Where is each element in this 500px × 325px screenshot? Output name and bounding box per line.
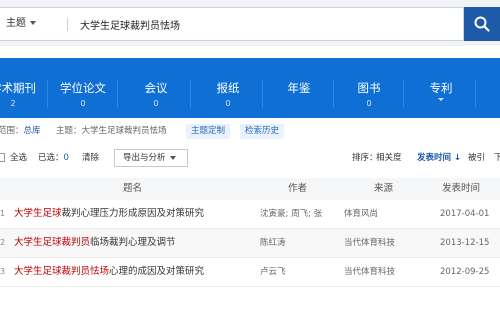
tab-label: 报纸: [216, 81, 240, 95]
table-row: 3 大学生足球裁判员怯场心理的成因及对策研究 卢云飞 当代体育科技 2012-0…: [0, 258, 500, 287]
tab-label: 会议: [144, 81, 168, 95]
tab-count: 0: [366, 99, 372, 108]
export-label: 导出与分析: [123, 153, 166, 163]
results-table: 题名 作者 来源 发表时间 1 大学生足球裁判心理压力形成原因及对策研究 沈寅豪…: [0, 178, 500, 287]
export-analysis-button[interactable]: 导出与分析: [114, 149, 188, 167]
row-date: 2013-12-15: [440, 238, 490, 248]
row-number: 1: [0, 209, 6, 218]
scope-label: 范围：总库: [0, 126, 41, 136]
sort-relevance[interactable]: 相关度: [376, 147, 402, 169]
results-toolbar: 全选 已选：0 清除 导出与分析 排序： 相关度 发表时间 ↓ 被引 下: [0, 147, 500, 169]
row-number: 3: [0, 267, 6, 276]
search-button[interactable]: [464, 7, 500, 41]
tab-journals[interactable]: 学术期刊 2: [0, 58, 48, 118]
row-title-link[interactable]: 大学生足球裁判心理压力形成原因及对策研究: [14, 200, 254, 228]
sort-date[interactable]: 发表时间 ↓: [417, 147, 461, 169]
select-all-checkbox[interactable]: [0, 153, 5, 162]
tab-label: 年鉴: [287, 81, 311, 95]
tab-label: 学术期刊: [0, 81, 36, 95]
tab-count: 0: [153, 99, 159, 108]
table-row: 2 大学生足球裁判员临场裁判心理及调节 陈红涛 当代体育科技 2013-12-1…: [0, 229, 500, 258]
table-header: 题名 作者 来源 发表时间: [0, 178, 500, 200]
row-source[interactable]: 体育风尚: [344, 200, 424, 228]
row-source[interactable]: 当代体育科技: [344, 258, 424, 286]
header-date[interactable]: 发表时间: [442, 178, 500, 200]
selected-count: 已选：0: [38, 153, 69, 163]
scope-topic: 主题：大学生足球裁判员怯场: [56, 126, 167, 136]
row-author[interactable]: 卢云飞: [260, 258, 322, 286]
tab-divider: [190, 80, 191, 108]
tab-divider: [403, 80, 404, 108]
search-field-select[interactable]: 主题: [6, 8, 56, 40]
row-author[interactable]: 沈寅豪; 周飞; 张铖: [260, 200, 322, 228]
topic-custom-button[interactable]: 主题定制: [186, 124, 231, 139]
database-tabs: 学术期刊 2 学位论文 0 会议 0 报纸 0 年鉴 图书 0 专利: [0, 58, 500, 118]
search-history-button[interactable]: 检索历史: [240, 124, 285, 139]
tab-count: 0: [80, 99, 86, 108]
tab-yearbooks[interactable]: 年鉴: [264, 58, 334, 118]
tab-divider: [475, 80, 476, 108]
search-field-label: 主题: [6, 18, 26, 29]
search-divider: [67, 18, 68, 31]
row-number: 2: [0, 238, 6, 247]
tab-books[interactable]: 图书 0: [334, 58, 404, 118]
sort-cited[interactable]: 被引: [468, 147, 485, 169]
search-bar: 主题: [0, 0, 500, 46]
header-author[interactable]: 作者: [288, 178, 350, 200]
row-date: 2012-09-25: [440, 267, 490, 277]
chevron-down-icon: [438, 98, 444, 101]
select-all-label[interactable]: 全选: [10, 147, 27, 169]
tab-label: 学位论文: [60, 81, 106, 95]
sort-label: 排序：: [352, 153, 378, 163]
chevron-down-icon: [169, 155, 176, 160]
row-title-link[interactable]: 大学生足球裁判员临场裁判心理及调节: [14, 229, 254, 257]
search-input[interactable]: [80, 8, 440, 40]
chevron-down-icon: [30, 21, 36, 25]
clear-button[interactable]: 清除: [82, 147, 99, 169]
tab-label: 专利: [429, 81, 453, 95]
tab-count: 0: [225, 99, 231, 108]
tab-patents[interactable]: 专利: [406, 58, 476, 118]
sort-more[interactable]: 下: [494, 147, 500, 169]
row-source[interactable]: 当代体育科技: [344, 229, 424, 257]
tab-divider: [117, 80, 118, 108]
tab-label: 图书: [357, 81, 381, 95]
tab-theses[interactable]: 学位论文 0: [48, 58, 118, 118]
tab-count: 2: [10, 99, 16, 108]
row-title-link[interactable]: 大学生足球裁判员怯场心理的成因及对策研究: [14, 258, 254, 286]
search-icon: [474, 16, 490, 32]
scope-value[interactable]: 总库: [24, 126, 41, 136]
table-row: 1 大学生足球裁判心理压力形成原因及对策研究 沈寅豪; 周飞; 张铖 体育风尚 …: [0, 200, 500, 229]
scope-row: 范围：总库 主题：大学生足球裁判员怯场 主题定制 检索历史: [0, 124, 500, 140]
tab-conferences[interactable]: 会议 0: [121, 58, 191, 118]
tab-divider: [262, 80, 263, 108]
row-date: 2017-04-01: [440, 209, 490, 219]
search-box: 主题: [0, 7, 464, 41]
row-author[interactable]: 陈红涛: [260, 229, 322, 257]
tab-newspapers[interactable]: 报纸 0: [193, 58, 263, 118]
